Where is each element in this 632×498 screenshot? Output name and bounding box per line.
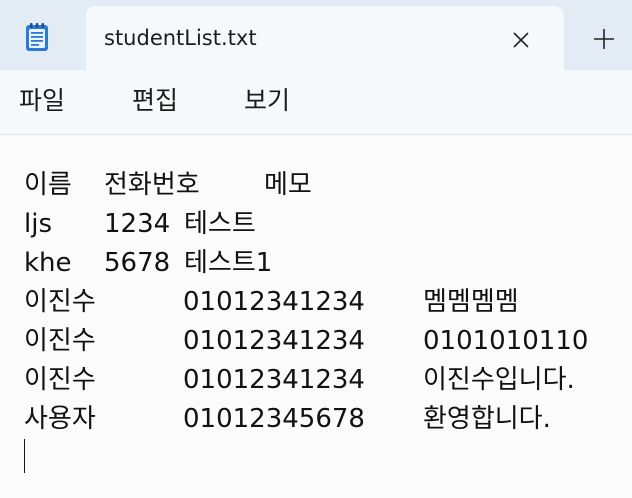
tab-student-list[interactable]: studentList.txt <box>86 6 564 72</box>
notepad-window: studentList.txt 파일 편집 보기 이름 전화번호 메모 ljs … <box>0 0 632 498</box>
text-caret <box>24 439 25 473</box>
text-cell: 01012341234 <box>183 365 365 395</box>
text-cell: 멤멤멤멤 <box>423 287 519 317</box>
new-tab-button[interactable] <box>592 22 632 56</box>
text-cell: 1234 <box>104 209 171 239</box>
tab-strip: studentList.txt <box>0 0 632 72</box>
text-cell: 01012341234 <box>183 326 365 356</box>
tab-title: studentList.txt <box>104 26 257 50</box>
text-cell: ljs <box>24 209 52 239</box>
menu-file[interactable]: 파일 <box>19 84 65 118</box>
text-cell: 0101010110 <box>423 326 589 356</box>
text-cell: 이진수 <box>24 287 96 317</box>
menu-bar: 파일 편집 보기 <box>0 70 632 135</box>
text-cell: 01012345678 <box>183 404 365 434</box>
plus-icon <box>594 29 614 49</box>
text-cell: khe <box>24 248 72 278</box>
tab-close-button[interactable] <box>504 23 538 57</box>
header-phone: 전화번호 <box>104 170 200 200</box>
text-cell: 이진수입니다. <box>423 365 575 395</box>
text-cell: 5678 <box>104 248 171 278</box>
text-cell: 이진수 <box>24 365 96 395</box>
close-icon <box>513 32 529 48</box>
text-cell: 사용자 <box>24 404 96 434</box>
text-cell: 테스트1 <box>184 248 273 278</box>
menu-view[interactable]: 보기 <box>244 84 290 118</box>
text-cell: 테스트 <box>184 209 256 239</box>
text-cell: 환영합니다. <box>423 404 551 434</box>
text-cell: 01012341234 <box>183 287 365 317</box>
header-memo: 메모 <box>264 170 312 200</box>
text-editor[interactable]: 이름 전화번호 메모 ljs 1234 테스트 khe 5678 테스트1 이진… <box>0 135 632 498</box>
menu-edit[interactable]: 편집 <box>132 84 178 118</box>
header-name: 이름 <box>24 170 72 200</box>
notepad-icon <box>20 20 54 54</box>
text-cell: 이진수 <box>24 326 96 356</box>
